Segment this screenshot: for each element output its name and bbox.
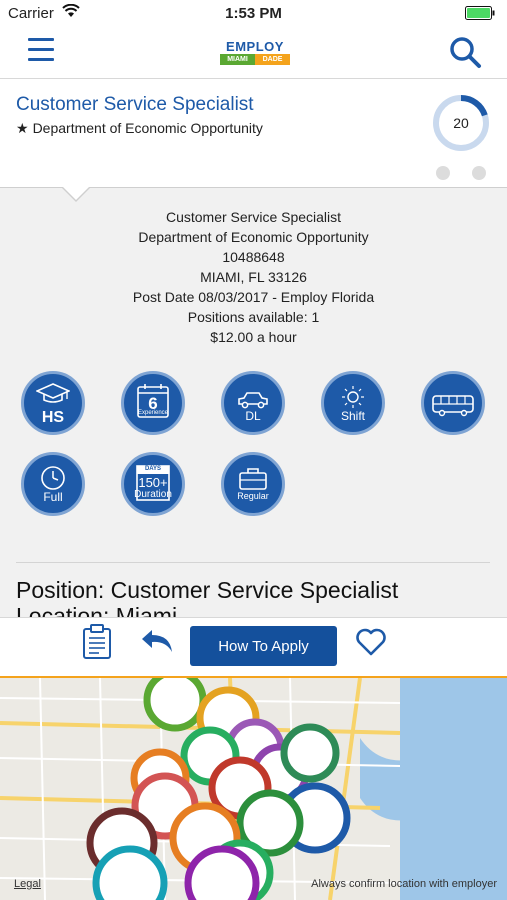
shift-badge[interactable]: Shift (321, 371, 385, 435)
graduation-cap-icon (36, 383, 70, 403)
card-pointer (62, 186, 90, 200)
info-department: Department of Economic Opportunity (138, 229, 369, 245)
info-title: Customer Service Specialist (165, 209, 342, 225)
department: ★ Department of Economic Opportunity (16, 120, 263, 137)
star-icon: ★ (16, 120, 29, 136)
sun-icon (342, 386, 364, 408)
education-label: HS (41, 409, 65, 426)
transit-badge[interactable] (421, 371, 485, 435)
briefcase-icon (239, 468, 267, 490)
how-to-apply-button[interactable]: How To Apply (190, 626, 337, 666)
experience-label: Experience (137, 410, 169, 416)
map-legal-link[interactable]: Legal (14, 878, 41, 890)
drivers-license-badge[interactable]: DL (221, 371, 285, 435)
job-title[interactable]: Customer Service Specialist (16, 94, 254, 116)
share-back-icon[interactable] (140, 628, 174, 654)
regular-label: Regular (237, 491, 269, 501)
action-bar: How To Apply (0, 617, 507, 679)
education-badge[interactable]: HS (21, 371, 85, 435)
logo-left-text: MIAMI (220, 54, 255, 65)
clipboard-icon[interactable] (82, 624, 112, 660)
page-dot-1[interactable] (436, 166, 450, 180)
info-wage: $12.00 a hour (210, 329, 297, 345)
clock-icon (41, 466, 65, 490)
experience-badge[interactable]: 6 Experience (121, 371, 185, 435)
duration-badge[interactable]: DAYS 150+ Duration (121, 452, 185, 516)
battery-icon (465, 6, 495, 20)
duration-value: 150+ (138, 475, 168, 490)
job-info-block: Customer Service Specialist Department o… (0, 207, 507, 347)
match-score-value: 20 (453, 115, 469, 131)
position-text: Position: Customer Service Specialist (16, 577, 399, 603)
duration-top-label: DAYS (144, 466, 162, 472)
app-header: EMPLOY MIAMI DADE (0, 26, 507, 79)
employ-miami-dade-logo: EMPLOY MIAMI DADE (220, 40, 290, 66)
shift-label: Shift (340, 409, 365, 423)
map-disclaimer: Always confirm location with employer (311, 878, 497, 890)
drivers-license-label: DL (245, 409, 261, 423)
regular-badge[interactable]: Regular (221, 452, 285, 516)
duration-label: Duration (134, 489, 172, 500)
menu-button[interactable] (28, 38, 54, 66)
page-dot-2[interactable] (472, 166, 486, 180)
search-button[interactable] (449, 36, 483, 70)
department-name: Department of Economic Opportunity (32, 120, 263, 136)
heart-icon[interactable] (355, 628, 387, 656)
search-icon (450, 37, 481, 68)
job-pin-cluster[interactable] (86, 678, 351, 900)
full-time-badge[interactable]: Full (21, 452, 85, 516)
info-post-date: Post Date 08/03/2017 - Employ Florida (132, 289, 375, 305)
clock-time: 1:53 PM (225, 5, 282, 22)
full-time-label: Full (43, 490, 63, 504)
hamburger-icon (28, 38, 54, 41)
bus-icon (432, 395, 474, 417)
info-location: MIAMI, FL 33126 (200, 269, 307, 285)
job-card: Customer Service Specialist ★ Department … (0, 79, 507, 187)
map-canvas (0, 678, 507, 900)
logo-top-text: EMPLOY (226, 39, 284, 54)
divider (16, 562, 490, 563)
location-text: Location: Miami (16, 603, 178, 617)
map-view[interactable]: Legal Always confirm location with emplo… (0, 678, 507, 900)
car-icon (238, 392, 268, 409)
logo-right-text: DADE (255, 54, 290, 65)
match-score-ring: 20 (433, 95, 489, 151)
status-bar: Carrier 1:53 PM (0, 0, 507, 26)
info-positions: Positions available: 1 (187, 309, 320, 325)
info-job-id: 10488648 (222, 249, 285, 265)
